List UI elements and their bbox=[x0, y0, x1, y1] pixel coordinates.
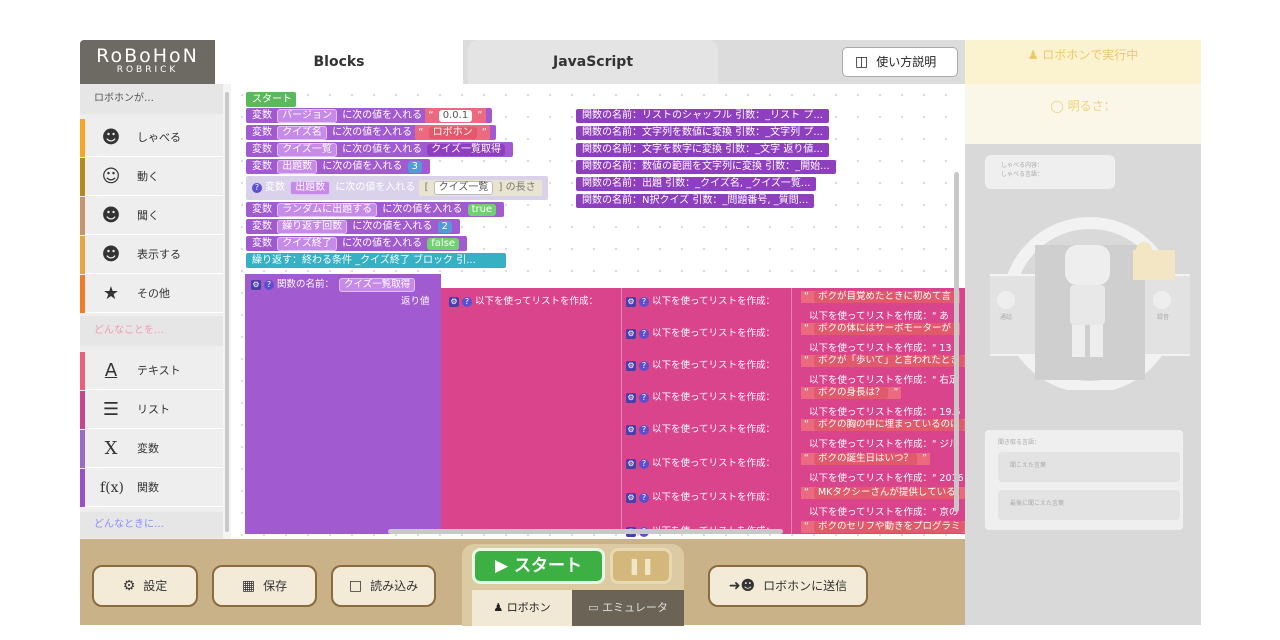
category-move[interactable]: ☺ 動く bbox=[80, 158, 223, 196]
function-block-char-to-num[interactable]: 関数の名前：文字を数字に変換 引数：_文字 返り値... bbox=[576, 143, 829, 157]
var-block-count[interactable]: 変数 出題数 に次の値を入れる 3 bbox=[246, 159, 430, 174]
mode-robohon-tab[interactable]: ♟ ロボホン bbox=[472, 590, 572, 626]
left-arm-panel bbox=[990, 274, 1039, 356]
var-block-version[interactable]: 変数 バージョン に次の値を入れる “ 0.0.1 ” bbox=[246, 108, 492, 123]
category-variable[interactable]: X 変数 bbox=[80, 430, 223, 468]
category-header-robohon: ロボホンが… bbox=[80, 84, 223, 114]
save-icon: ▦ bbox=[241, 578, 256, 594]
function-fx-icon: f(x) bbox=[100, 480, 125, 496]
app-logo: RoBoHoN ROBRICK bbox=[80, 40, 215, 84]
robot-move-icon: ☺ bbox=[101, 166, 121, 187]
answer-row-6[interactable]: 以下を使ってリストを作成：" 2016 bbox=[809, 470, 964, 484]
save-button[interactable]: ▦ 保存 bbox=[212, 565, 317, 607]
send-to-robohon-button[interactable]: ➜☻ ロボホンに送信 bbox=[708, 565, 868, 607]
robot-display-icon: ☻ bbox=[101, 244, 121, 265]
category-listen[interactable]: ☻ 聞く bbox=[80, 197, 223, 235]
book-icon: ◫ bbox=[855, 54, 869, 70]
gear-icon: ⚙ bbox=[122, 578, 136, 594]
robot-head-icon: ☻ bbox=[101, 127, 121, 148]
play-icon: ▶ bbox=[495, 556, 509, 576]
answer-row-1[interactable]: 以下を使ってリストを作成：" あ bbox=[809, 308, 949, 322]
list-icon: ☰ bbox=[102, 399, 120, 420]
function-def-block[interactable] bbox=[245, 274, 441, 534]
text-icon: A bbox=[104, 360, 118, 381]
variable-x-icon: X bbox=[104, 438, 118, 459]
answer-row-2[interactable]: 以下を使ってリストを作成：" 13 bbox=[809, 340, 952, 354]
question-row-3[interactable]: “ ボクが「歩いて」と言われたとき bbox=[801, 355, 965, 367]
tab-javascript[interactable]: JavaScript bbox=[468, 40, 718, 84]
robot-icon: ♟ bbox=[493, 601, 504, 614]
category-header-what: どんなことを… bbox=[80, 316, 223, 346]
robot-icon: ♟ bbox=[1027, 48, 1039, 62]
question-row-4[interactable]: “ ボクの身長は？ ” bbox=[801, 387, 902, 399]
question-row-8[interactable]: “ ボクのセリフや動きをプログラミ bbox=[801, 521, 965, 533]
function-block-range-to-str[interactable]: 関数の名前：数値の範囲を文字列に変換 引数：_開始... bbox=[576, 160, 836, 174]
robot-other-icon: ★ bbox=[102, 283, 120, 304]
listen-language-label: 聞き取る言語： bbox=[998, 439, 1041, 446]
lightbulb-icon: ◯ bbox=[1050, 99, 1064, 113]
make-list-outer-block[interactable] bbox=[441, 288, 621, 534]
question-row-7[interactable]: “ MKタクシーさんが提供している bbox=[801, 487, 965, 499]
make-list-outer-label: ⚙? 以下を使ってリストを作成： bbox=[449, 296, 599, 307]
arrow-robot-icon: ➜☻ bbox=[728, 578, 756, 594]
robot-emulator-graphic bbox=[990, 217, 1190, 390]
load-icon: □ bbox=[348, 578, 363, 594]
question-row-6[interactable]: “ ボクの誕生日はいつ？ ” bbox=[801, 453, 930, 465]
category-display[interactable]: ☻ 表示する bbox=[80, 236, 223, 274]
category-list[interactable]: ☰ リスト bbox=[80, 391, 223, 429]
category-function[interactable]: f(x) 関数 bbox=[80, 469, 223, 507]
load-button[interactable]: □ 読み込み bbox=[331, 565, 436, 607]
monitor-icon: ▭ bbox=[588, 601, 599, 614]
answer-row-7[interactable]: 以下を使ってリストを作成：" 京の bbox=[809, 504, 958, 518]
brightness-area: ◯ 明るさ： bbox=[965, 84, 1201, 144]
sidebar-scroll-thumb[interactable] bbox=[225, 92, 229, 532]
speech-bubble: しゃべる内容： しゃべる言語： bbox=[985, 155, 1115, 189]
arm-right-label: 録音 bbox=[1157, 314, 1170, 321]
arm-left-label: 通話 bbox=[1000, 314, 1013, 321]
running-header: ♟ ロボホンで実行中 bbox=[965, 40, 1201, 84]
start-button[interactable]: ▶ スタート bbox=[472, 548, 605, 584]
heard-word-box: 聞こえた言葉 bbox=[998, 452, 1180, 482]
settings-button[interactable]: ⚙ 設定 bbox=[92, 565, 198, 607]
var-block-random[interactable]: 変数 ランダムに出題する に次の値を入れる true bbox=[246, 202, 505, 217]
question-row-1[interactable]: “ ボクが目覚めたときに初めて言 bbox=[801, 291, 960, 303]
category-text[interactable]: A テキスト bbox=[80, 352, 223, 390]
pause-icon: ❚❚ bbox=[627, 556, 655, 575]
robot-listen-icon: ☻ bbox=[101, 205, 121, 226]
category-header-when: どんなときに… bbox=[80, 512, 223, 538]
function-def-header: ⚙? 関数の名前： クイズ一覧取得 bbox=[251, 276, 417, 292]
var-block-count-length[interactable]: ? 変数 出題数 に次の値を入れる [ クイズ一覧 ] の長さ bbox=[246, 176, 548, 200]
answer-row-5[interactable]: 以下を使ってリストを作成：" ジル bbox=[809, 436, 958, 450]
mode-emulator-tab[interactable]: ▭ エミュレータ bbox=[572, 590, 684, 626]
workspace-horizontal-scrollbar[interactable] bbox=[388, 529, 783, 534]
start-block[interactable]: スタート bbox=[246, 92, 296, 107]
blocks-workspace[interactable]: スタート 変数 バージョン に次の値を入れる “ 0.0.1 ” 変数 クイズ名… bbox=[231, 84, 965, 539]
category-speak[interactable]: ☻ しゃべる bbox=[80, 119, 223, 157]
last-heard-word-box: 最後に聞こえた言葉 bbox=[998, 490, 1180, 520]
loop-block[interactable]: 繰り返す：終わる条件 _クイズ終了 ブロック 引... bbox=[246, 253, 506, 268]
question-row-5[interactable]: “ ボクの胸の中に埋まっているのは bbox=[801, 419, 965, 431]
category-other[interactable]: ★ その他 bbox=[80, 275, 223, 313]
answer-row-3[interactable]: 以下を使ってリストを作成：" 右足 bbox=[809, 372, 958, 386]
var-block-quiz-list[interactable]: 変数 クイズ一覧 に次の値を入れる クイズ一覧取得 bbox=[246, 142, 513, 157]
manual-button-label: 使い方説明 bbox=[876, 55, 937, 69]
manual-button[interactable]: ◫ 使い方説明 bbox=[842, 47, 958, 77]
workspace-vertical-scrollbar[interactable] bbox=[954, 172, 959, 512]
function-block-quiz[interactable]: 関数の名前：出題 引数：_クイズ名, _クイズ一覧... bbox=[576, 177, 817, 191]
var-block-quiz-end[interactable]: 変数 クイズ終了 に次の値を入れる false bbox=[246, 236, 468, 251]
logo-title: RoBoHoN bbox=[96, 45, 199, 67]
function-block-nchoice[interactable]: 関数の名前：N択クイズ 引数：_問題番号, _質問... bbox=[576, 194, 815, 208]
return-label: 返り値 bbox=[401, 296, 430, 307]
function-block-str-to-num[interactable]: 関数の名前：文字列を数値に変換 引数：_文字列 プ... bbox=[576, 126, 829, 140]
var-block-quiz-name[interactable]: 変数 クイズ名 に次の値を入れる “ ロボホン ” bbox=[246, 125, 496, 140]
pause-button[interactable]: ❚❚ bbox=[610, 548, 672, 584]
answer-row-4[interactable]: 以下を使ってリストを作成：" 19.5 bbox=[809, 404, 961, 418]
function-block-shuffle[interactable]: 関数の名前：リストのシャッフル 引数：_リスト プ... bbox=[576, 109, 829, 123]
var-block-repeat[interactable]: 変数 繰り返す回数 に次の値を入れる 2 bbox=[246, 219, 460, 234]
question-row-2[interactable]: “ ボクの体にはサーボモーターが bbox=[801, 323, 960, 335]
tab-blocks[interactable]: Blocks bbox=[215, 40, 463, 84]
